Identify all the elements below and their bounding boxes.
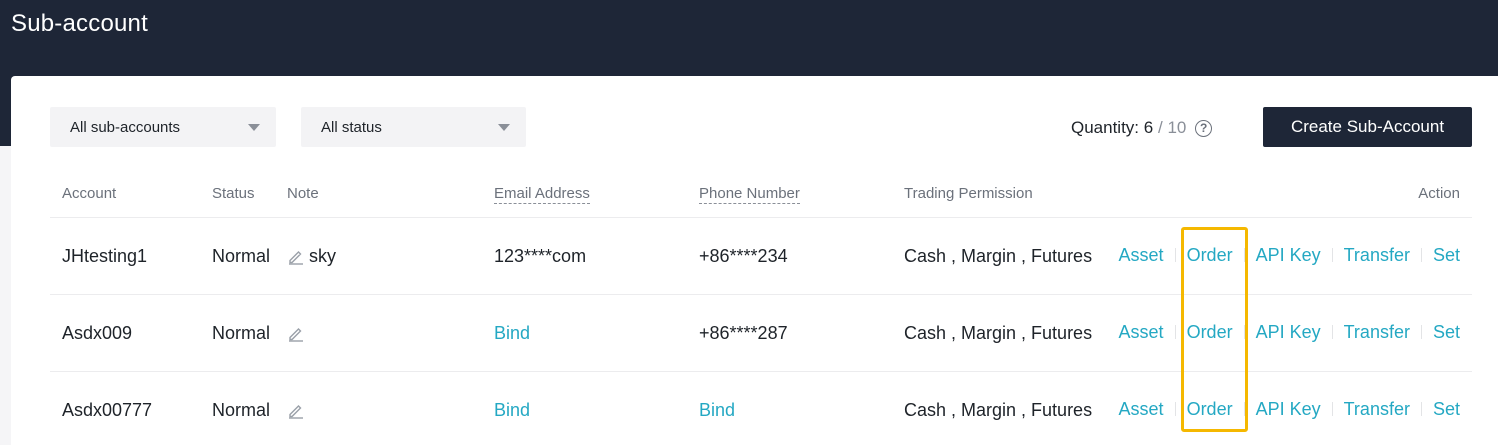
edit-pencil-icon[interactable]: [287, 324, 305, 342]
divider: [1331, 248, 1333, 262]
table-row: Asdx00777 Normal Bind Bind Cash , Margin…: [50, 372, 1472, 445]
trading-permission-value: Cash , Margin , Futures: [904, 323, 1093, 343]
status-value: Normal: [212, 400, 271, 420]
quantity-separator: /: [1157, 118, 1163, 137]
api-key-link[interactable]: API Key: [1256, 322, 1321, 342]
email-value: 123****com: [494, 246, 587, 266]
divider: [1420, 325, 1422, 339]
header-email[interactable]: Email Address: [494, 185, 590, 204]
divider: [1420, 248, 1422, 262]
page-title: Sub-account: [11, 10, 148, 37]
divider: [1243, 325, 1245, 339]
transfer-link[interactable]: Transfer: [1344, 245, 1410, 265]
header-trading-permission: Trading Permission: [904, 185, 1033, 202]
note-cell: sky: [287, 246, 336, 267]
quantity-indicator: Quantity: 6 / 10 ?: [1071, 118, 1213, 138]
sub-account-card: All sub-accounts All status Quantity: 6 …: [11, 76, 1498, 445]
phone-value: +86****234: [699, 246, 788, 266]
status-value: Normal: [212, 323, 271, 343]
divider: [1420, 402, 1422, 416]
set-link[interactable]: Set: [1433, 322, 1460, 342]
phone-value: +86****287: [699, 323, 788, 343]
create-sub-account-button[interactable]: Create Sub-Account: [1263, 107, 1472, 147]
set-link[interactable]: Set: [1433, 245, 1460, 265]
order-link[interactable]: Order: [1187, 399, 1233, 419]
asset-link[interactable]: Asset: [1119, 245, 1164, 265]
account-filter-select[interactable]: All sub-accounts: [50, 107, 276, 147]
question-circle-icon[interactable]: ?: [1195, 120, 1213, 137]
status-filter-value: All status: [321, 119, 382, 136]
account-name: JHtesting1: [62, 246, 148, 266]
order-link[interactable]: Order: [1187, 245, 1233, 265]
table-row: JHtesting1 Normal sky 123****com +86****…: [50, 218, 1472, 295]
trading-permission-value: Cash , Margin , Futures: [904, 246, 1093, 266]
account-filter-value: All sub-accounts: [70, 119, 181, 136]
asset-link[interactable]: Asset: [1119, 399, 1164, 419]
header-account: Account: [62, 185, 117, 202]
api-key-link[interactable]: API Key: [1256, 245, 1321, 265]
api-key-link[interactable]: API Key: [1256, 399, 1321, 419]
header-status: Status: [212, 185, 255, 202]
transfer-link[interactable]: Transfer: [1344, 322, 1410, 342]
caret-down-icon: [248, 124, 260, 131]
email-bind-link[interactable]: Bind: [494, 323, 530, 344]
divider: [1243, 248, 1245, 262]
header-phone[interactable]: Phone Number: [699, 185, 800, 204]
account-name: Asdx00777: [62, 400, 153, 420]
set-link[interactable]: Set: [1433, 399, 1460, 419]
edit-pencil-icon[interactable]: [287, 401, 305, 419]
status-filter-select[interactable]: All status: [301, 107, 526, 147]
divider: [1174, 248, 1176, 262]
divider: [1174, 325, 1176, 339]
row-actions: Asset Order API Key Transfer Set: [1119, 399, 1460, 420]
edit-pencil-icon[interactable]: [287, 247, 305, 265]
table-header: Account Status Note Email Address Phone …: [50, 172, 1472, 218]
table-row: Asdx009 Normal Bind +86****287 Cash , Ma…: [50, 295, 1472, 372]
order-link[interactable]: Order: [1187, 322, 1233, 342]
quantity-max: 10: [1167, 118, 1187, 137]
note-value: sky: [309, 246, 336, 266]
divider: [1331, 402, 1333, 416]
note-cell: [287, 323, 309, 344]
phone-bind-link[interactable]: Bind: [699, 400, 735, 421]
asset-link[interactable]: Asset: [1119, 322, 1164, 342]
header-note: Note: [287, 185, 319, 202]
account-name: Asdx009: [62, 323, 133, 343]
transfer-link[interactable]: Transfer: [1344, 399, 1410, 419]
trading-permission-value: Cash , Margin , Futures: [904, 400, 1093, 420]
caret-down-icon: [498, 124, 510, 131]
header-action: Action: [1418, 185, 1460, 202]
row-actions: Asset Order API Key Transfer Set: [1119, 245, 1460, 266]
divider: [1243, 402, 1245, 416]
email-bind-link[interactable]: Bind: [494, 400, 530, 421]
divider: [1331, 325, 1333, 339]
quantity-current: 6: [1143, 118, 1154, 137]
divider: [1174, 402, 1176, 416]
sub-account-table: Account Status Note Email Address Phone …: [50, 172, 1472, 445]
quantity-label: Quantity:: [1071, 118, 1140, 137]
note-cell: [287, 400, 309, 421]
status-value: Normal: [212, 246, 271, 266]
row-actions: Asset Order API Key Transfer Set: [1119, 322, 1460, 343]
